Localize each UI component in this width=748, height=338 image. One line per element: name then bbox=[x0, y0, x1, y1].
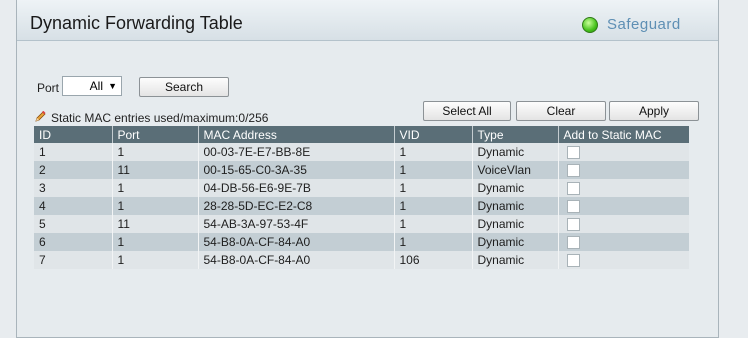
port-label: Port bbox=[37, 81, 60, 95]
cell-add-static bbox=[558, 251, 689, 269]
cell-port: 1 bbox=[112, 143, 199, 161]
cell-vid: 1 bbox=[394, 179, 473, 197]
column-header-mac-address: MAC Address bbox=[198, 126, 395, 143]
cell-add-static bbox=[558, 143, 689, 161]
cell-add-static bbox=[558, 179, 689, 197]
cell-mac: 54-AB-3A-97-53-4F bbox=[198, 215, 395, 233]
table-row: 3 1 04-DB-56-E6-9E-7B 1 Dynamic bbox=[34, 179, 689, 197]
cell-mac: 28-28-5D-EC-E2-C8 bbox=[198, 197, 395, 215]
table-row: 1 1 00-03-7E-E7-BB-8E 1 Dynamic bbox=[34, 143, 689, 161]
cell-id: 5 bbox=[34, 215, 113, 233]
add-static-checkbox[interactable] bbox=[566, 182, 580, 196]
column-header-id: ID bbox=[34, 126, 113, 143]
cell-type: Dynamic bbox=[472, 215, 559, 233]
cell-vid: 1 bbox=[394, 161, 473, 179]
column-header-vid: VID bbox=[394, 126, 473, 143]
add-static-checkbox[interactable] bbox=[566, 236, 580, 250]
table-row: 5 11 54-AB-3A-97-53-4F 1 Dynamic bbox=[34, 215, 689, 233]
cell-port: 1 bbox=[112, 197, 199, 215]
safeguard-label: Safeguard bbox=[607, 16, 681, 33]
cell-vid: 1 bbox=[394, 197, 473, 215]
cell-vid: 106 bbox=[394, 251, 473, 269]
add-static-checkbox[interactable] bbox=[566, 218, 580, 232]
column-header-type: Type bbox=[472, 126, 559, 143]
cell-port: 11 bbox=[112, 161, 199, 179]
dynamic-forwarding-panel: Dynamic Forwarding Table Safeguard Port … bbox=[16, 0, 719, 338]
static-mac-usage: Static MAC entries used/maximum:0/256 bbox=[51, 111, 269, 125]
cell-add-static bbox=[558, 215, 689, 233]
add-static-checkbox[interactable] bbox=[566, 200, 580, 214]
table-row: 4 1 28-28-5D-EC-E2-C8 1 Dynamic bbox=[34, 197, 689, 215]
cell-type: VoiceVlan bbox=[472, 161, 559, 179]
cell-id: 6 bbox=[34, 233, 113, 251]
cell-vid: 1 bbox=[394, 215, 473, 233]
add-static-checkbox[interactable] bbox=[566, 254, 580, 268]
cell-id: 1 bbox=[34, 143, 113, 161]
table-row: 2 11 00-15-65-C0-3A-35 1 VoiceVlan bbox=[34, 161, 689, 179]
cell-mac: 00-03-7E-E7-BB-8E bbox=[198, 143, 395, 161]
cell-type: Dynamic bbox=[472, 251, 559, 269]
add-static-checkbox[interactable] bbox=[566, 164, 580, 178]
table-row: 7 1 54-B8-0A-CF-84-A0 106 Dynamic bbox=[34, 251, 689, 269]
cell-add-static bbox=[558, 197, 689, 215]
cell-vid: 1 bbox=[394, 233, 473, 251]
safeguard-status-icon bbox=[582, 17, 598, 33]
cell-id: 2 bbox=[34, 161, 113, 179]
column-header-add-to-static-mac: Add to Static MAC bbox=[558, 126, 689, 143]
table-row: 6 1 54-B8-0A-CF-84-A0 1 Dynamic bbox=[34, 233, 689, 251]
chevron-down-icon: ▼ bbox=[108, 81, 117, 91]
cell-type: Dynamic bbox=[472, 179, 559, 197]
cell-mac: 54-B8-0A-CF-84-A0 bbox=[198, 233, 395, 251]
cell-id: 3 bbox=[34, 179, 113, 197]
cell-id: 7 bbox=[34, 251, 113, 269]
cell-port: 1 bbox=[112, 233, 199, 251]
forwarding-table: ID Port MAC Address VID Type Add to Stat… bbox=[34, 126, 689, 269]
cell-type: Dynamic bbox=[472, 143, 559, 161]
port-select-value: All bbox=[89, 79, 103, 93]
table-header-row: ID Port MAC Address VID Type Add to Stat… bbox=[34, 126, 689, 143]
cell-port: 1 bbox=[112, 251, 199, 269]
page-title: Dynamic Forwarding Table bbox=[30, 13, 243, 33]
pencil-icon bbox=[35, 111, 46, 122]
cell-port: 1 bbox=[112, 179, 199, 197]
cell-vid: 1 bbox=[394, 143, 473, 161]
add-static-checkbox[interactable] bbox=[566, 146, 580, 160]
apply-button[interactable]: Apply bbox=[609, 101, 699, 121]
search-button[interactable]: Search bbox=[139, 77, 229, 97]
select-all-button[interactable]: Select All bbox=[423, 101, 511, 121]
cell-mac: 00-15-65-C0-3A-35 bbox=[198, 161, 395, 179]
port-select[interactable]: All ▼ bbox=[62, 76, 122, 96]
cell-type: Dynamic bbox=[472, 197, 559, 215]
cell-type: Dynamic bbox=[472, 233, 559, 251]
cell-port: 11 bbox=[112, 215, 199, 233]
title-bar: Dynamic Forwarding Table Safeguard bbox=[17, 0, 718, 41]
cell-id: 4 bbox=[34, 197, 113, 215]
cell-mac: 54-B8-0A-CF-84-A0 bbox=[198, 251, 395, 269]
cell-add-static bbox=[558, 161, 689, 179]
column-header-port: Port bbox=[112, 126, 199, 143]
clear-button[interactable]: Clear bbox=[516, 101, 606, 121]
cell-mac: 04-DB-56-E6-9E-7B bbox=[198, 179, 395, 197]
cell-add-static bbox=[558, 233, 689, 251]
